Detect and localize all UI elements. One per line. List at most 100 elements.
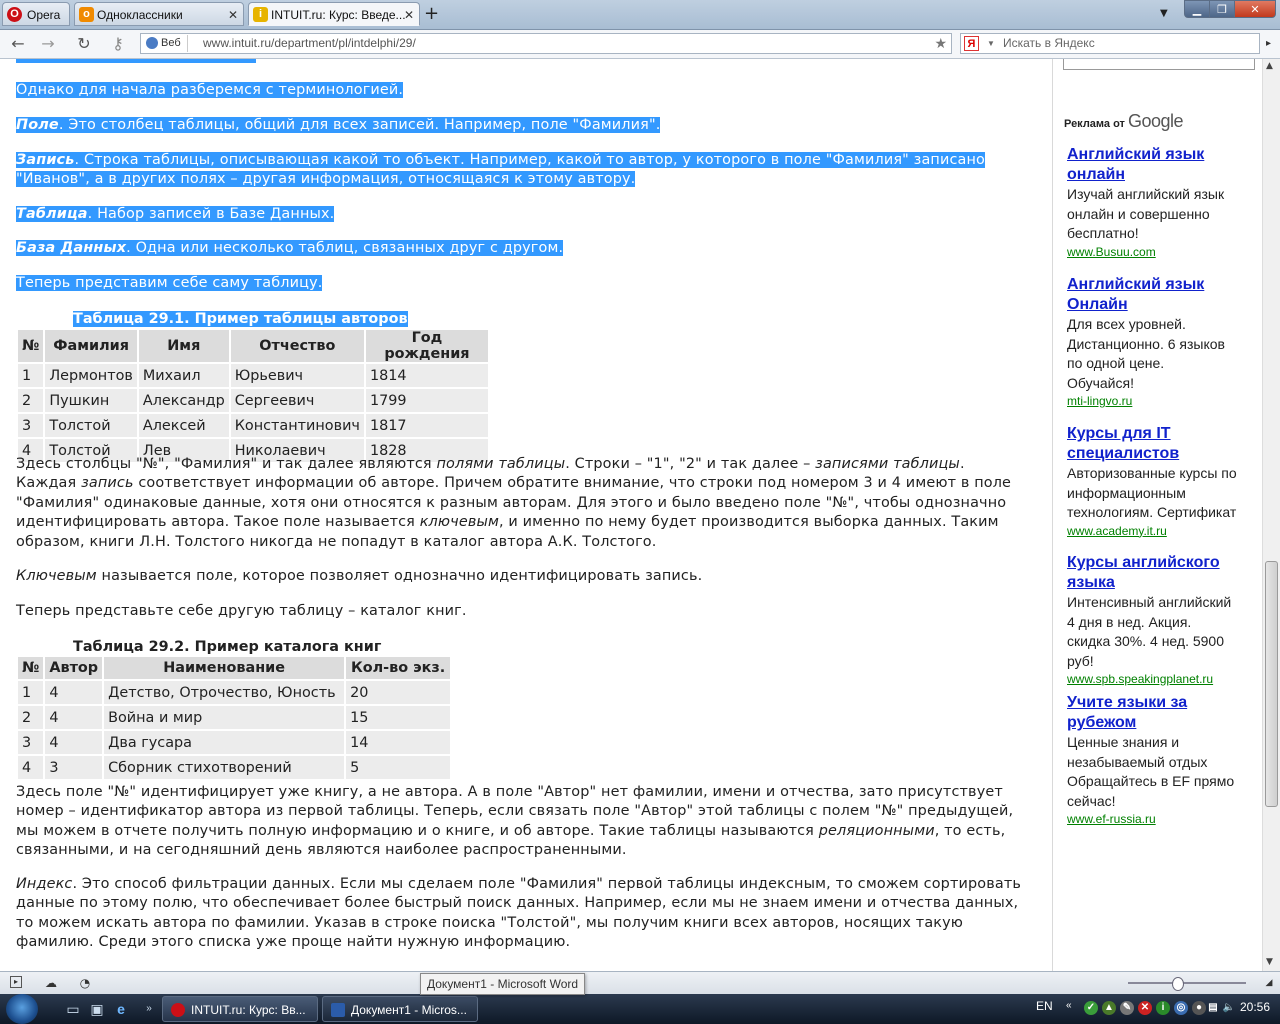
tab-odnoklassniki[interactable]: о Одноклассники ✕ xyxy=(74,2,244,26)
table-header-row: № Фамилия Имя Отчество Год рождения xyxy=(18,330,488,362)
internet-explorer-icon[interactable]: e xyxy=(112,1000,130,1018)
search-field[interactable]: Я ▼ Искать в Яндекс xyxy=(960,33,1260,54)
network-monitor-icon[interactable]: ▤ xyxy=(1206,1001,1220,1015)
tooltip: Документ1 - Microsoft Word xyxy=(420,973,586,995)
table-cell: Михаил xyxy=(138,364,229,387)
input-language-indicator[interactable]: EN xyxy=(1036,999,1053,1013)
web-badge[interactable]: Веб xyxy=(143,35,188,52)
new-tab-plus-icon[interactable]: + xyxy=(424,3,439,25)
table-header-cell: Наименование xyxy=(104,657,345,679)
definition-record: Запись. Строка таблицы, описывающая како… xyxy=(16,152,986,188)
ad-url-link[interactable]: www.Busuu.com xyxy=(1067,244,1257,260)
show-desktop-icon[interactable]: ▭ xyxy=(64,1000,82,1018)
ads-by-google-label[interactable]: Реклама от Google xyxy=(1064,111,1184,132)
paragraph-terminology: Однако для начала разберемся с терминоло… xyxy=(16,82,404,98)
table2-caption: Таблица 29.2. Пример каталога книг xyxy=(73,639,382,655)
zoom-slider-track[interactable] xyxy=(1128,982,1246,984)
tray-error-icon[interactable]: ✕ xyxy=(1138,1001,1152,1015)
table-cell: 4 xyxy=(18,756,44,779)
table-cell: Александр xyxy=(138,389,229,412)
table-cell: Толстой xyxy=(45,414,137,437)
key-icon[interactable]: ⚷ xyxy=(106,34,130,54)
tray-info-icon[interactable]: i xyxy=(1156,1001,1170,1015)
tab-intuit[interactable]: i INTUIT.ru: Курс: Введе... ✕ xyxy=(248,2,420,26)
tab-list-icon[interactable]: ▼ xyxy=(1160,8,1168,19)
url-text[interactable]: www.intuit.ru/department/pl/intdelphi/29… xyxy=(203,34,416,53)
ad-text: Ценные знания и незабываемый отдых Обращай… xyxy=(1067,734,1235,809)
tab-close-icon[interactable]: ✕ xyxy=(228,3,238,25)
sidebar-search-box[interactable] xyxy=(1063,59,1255,70)
yandex-logo-icon: Я xyxy=(964,36,979,51)
ad-title-link[interactable]: Курсы английского языка xyxy=(1067,553,1257,593)
ad-title-link[interactable]: Английский язык онлайн xyxy=(1067,145,1257,185)
ad-url-link[interactable]: www.spb.speakingplanet.ru xyxy=(1067,671,1257,687)
ad-title-link[interactable]: Курсы для IT специалистов xyxy=(1067,424,1257,464)
table-header-cell: Год рождения xyxy=(365,330,488,362)
table-row: 1 4 Детство, Отрочество, Юность 20 xyxy=(18,681,451,704)
table-cell: Сергеевич xyxy=(230,389,364,412)
windows-taskbar: ▭ ▣ e » INTUIT.ru: Курс: Вв... Документ1… xyxy=(0,994,1280,1024)
zoom-slider-knob[interactable] xyxy=(1172,977,1184,991)
table-row: 3 Толстой Алексей Константинович 1817 xyxy=(18,414,488,437)
definition-field: Поле. Это столбец таблицы, общий для все… xyxy=(16,117,661,133)
volume-icon[interactable]: 🔈 xyxy=(1222,1001,1236,1015)
tray-expand-icon[interactable]: « xyxy=(1066,1000,1072,1011)
table-cell: 3 xyxy=(45,756,103,779)
start-button[interactable] xyxy=(6,994,38,1024)
tray-app-icon[interactable]: ▲ xyxy=(1102,1001,1116,1015)
vertical-scrollbar[interactable]: ▲ ▼ xyxy=(1262,59,1280,971)
tab-bar: O Opera о Одноклассники ✕ i INTUIT.ru: К… xyxy=(0,0,1280,30)
window-switcher-icon[interactable]: ▣ xyxy=(88,1000,106,1018)
table-cell: 1799 xyxy=(365,389,488,412)
ad-block: Английский язык Онлайн Для всех уровней. Д… xyxy=(1067,275,1257,409)
ad-title-link[interactable]: Английский язык Онлайн xyxy=(1067,275,1257,315)
taskbar-opera-window[interactable]: INTUIT.ru: Курс: Вв... xyxy=(162,996,318,1022)
table-cell: Два гусара xyxy=(104,731,345,754)
clock[interactable]: 20:56 xyxy=(1240,1000,1270,1014)
scroll-down-arrow-icon[interactable]: ▼ xyxy=(1266,957,1273,967)
close-button[interactable]: ✕ xyxy=(1234,0,1276,18)
opera-menu-button[interactable]: O Opera xyxy=(2,2,70,26)
google-logo: Google xyxy=(1128,111,1184,131)
ad-url-link[interactable]: www.ef-russia.ru xyxy=(1067,811,1257,827)
bookmark-star-icon[interactable]: ★ xyxy=(934,34,947,53)
tray-tool-icon[interactable]: ✎ xyxy=(1120,1001,1134,1015)
table-row: 4 3 Сборник стихотворений 5 xyxy=(18,756,451,779)
tab-close-icon[interactable]: ✕ xyxy=(404,3,414,25)
tray-app-icon[interactable]: ● xyxy=(1192,1001,1206,1015)
table-cell: Война и мир xyxy=(104,706,345,729)
table-cell: 14 xyxy=(346,731,451,754)
forward-arrow-icon[interactable]: → xyxy=(38,34,58,54)
panel-toggle-icon[interactable]: ▸ xyxy=(10,976,22,988)
restore-button[interactable]: ❐ xyxy=(1209,0,1235,18)
reload-icon[interactable]: ↻ xyxy=(74,34,94,54)
tray-network-icon[interactable]: ◎ xyxy=(1174,1001,1188,1015)
address-field[interactable]: Веб www.intuit.ru/department/pl/intdelph… xyxy=(140,33,952,54)
taskbar-word-window[interactable]: Документ1 - Micros... xyxy=(322,996,478,1022)
quicklaunch-more-icon[interactable]: » xyxy=(140,1000,158,1018)
table-cell: 1814 xyxy=(365,364,488,387)
opera-unite-icon[interactable]: ☁ xyxy=(44,976,58,990)
table-cell: 5 xyxy=(346,756,451,779)
turbo-icon[interactable]: ◔ xyxy=(78,976,92,990)
globe-icon xyxy=(146,37,158,49)
toolbar-arrow-icon[interactable]: ▸ xyxy=(1266,38,1271,49)
opera-logo-icon: O xyxy=(7,7,22,22)
ad-url-link[interactable]: www.academy.it.ru xyxy=(1067,523,1257,539)
ad-title-link[interactable]: Учите языки за рубежом xyxy=(1067,693,1257,733)
paragraph-books-table: Теперь представьте себе другую таблицу –… xyxy=(16,603,467,619)
table-header-cell: Фамилия xyxy=(45,330,137,362)
search-engine-dropdown-icon[interactable]: ▼ xyxy=(987,34,995,53)
books-table: № Автор Наименование Кол-во экз. 1 4 Дет… xyxy=(16,655,452,781)
table1-caption: Таблица 29.1. Пример таблицы авторов xyxy=(73,311,408,327)
back-arrow-icon[interactable]: ← xyxy=(8,34,28,54)
minimize-button[interactable]: ▁ xyxy=(1184,0,1210,18)
security-check-icon[interactable]: ✓ xyxy=(1084,1001,1098,1015)
resize-grip-icon[interactable]: ◢ xyxy=(1262,976,1276,990)
table-header-cell: Имя xyxy=(138,330,229,362)
ad-url-link[interactable]: mti-lingvo.ru xyxy=(1067,393,1257,409)
scrollbar-thumb[interactable] xyxy=(1265,561,1278,807)
search-input[interactable]: Искать в Яндекс xyxy=(1003,34,1095,53)
table-header-cell: № xyxy=(18,657,44,679)
scroll-up-arrow-icon[interactable]: ▲ xyxy=(1266,61,1273,71)
